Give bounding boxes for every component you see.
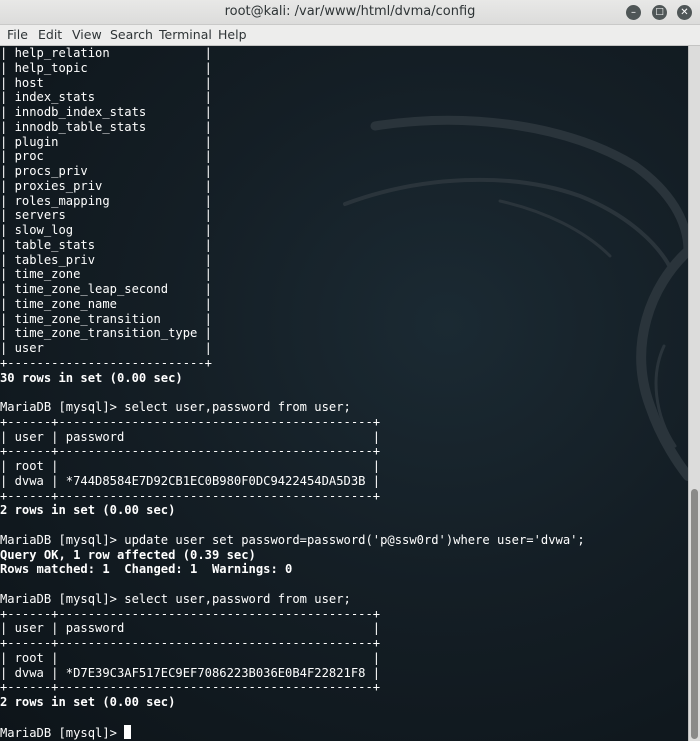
terminal-line: +------+--------------------------------… <box>0 414 381 429</box>
terminal-line: Rows matched: 1 Changed: 1 Warnings: 0 <box>0 562 293 577</box>
terminal-line: | help_topic | <box>0 60 212 75</box>
terminal-line: +------+--------------------------------… <box>0 444 381 459</box>
terminal-line: | time_zone | <box>0 267 212 282</box>
terminal-line: +------+--------------------------------… <box>0 680 381 695</box>
terminal-line: MariaDB [mysql]> select user,password fr… <box>0 400 351 414</box>
terminal-line: 2 rows in set (0.00 sec) <box>0 695 176 709</box>
terminal-line: | dvwa | *D7E39C3AF517EC9EF7086223B036E0… <box>0 665 381 680</box>
terminal-line: +------+--------------------------------… <box>0 488 381 503</box>
terminal-line: +------+--------------------------------… <box>0 606 381 621</box>
terminal-line: | proc | <box>0 149 212 164</box>
terminal-line: | procs_priv | <box>0 164 212 178</box>
terminal-line: | root | | <box>0 459 381 473</box>
terminal-line: | innodb_table_stats | <box>0 119 212 134</box>
scrollbar-thumb[interactable] <box>691 489 698 739</box>
terminal-line: | dvwa | *744D8584E7D92CB1EC0B980F0DC942… <box>0 473 381 488</box>
menu-file[interactable]: File <box>6 27 29 42</box>
menu-help[interactable]: Help <box>217 27 248 42</box>
menu-search[interactable]: Search <box>109 27 154 42</box>
terminal-line: +---------------------------+ <box>0 355 212 370</box>
terminal-line: | plugin | <box>0 134 212 149</box>
vertical-scrollbar[interactable] <box>688 46 700 741</box>
prompt-text: MariaDB [mysql]> <box>0 725 125 740</box>
terminal-line: | user | password | <box>0 429 381 444</box>
terminal-line: MariaDB [mysql]> update user set passwor… <box>0 532 585 547</box>
terminal-line: 30 rows in set (0.00 sec) <box>0 370 183 385</box>
menu-bar: File Edit View Search Terminal Help <box>0 25 700 46</box>
terminal-line: | roles_mapping | <box>0 193 212 208</box>
maximize-icon[interactable]: □ <box>652 5 667 20</box>
terminal-line: | user | password | <box>0 621 381 636</box>
minimize-icon[interactable]: – <box>626 5 641 20</box>
prompt-line[interactable]: MariaDB [mysql]> <box>0 724 585 740</box>
terminal-line: | user | <box>0 341 212 355</box>
terminal-line: | servers | <box>0 208 212 223</box>
menu-edit[interactable]: Edit <box>37 27 63 42</box>
terminal-line: | table_stats | <box>0 237 212 252</box>
menu-view[interactable]: View <box>71 27 103 42</box>
terminal-line: | root | | <box>0 650 381 665</box>
terminal-line: | time_zone_transition | <box>0 311 212 326</box>
menu-terminal[interactable]: Terminal <box>158 27 213 42</box>
terminal-line: | innodb_index_stats | <box>0 105 212 119</box>
close-icon[interactable]: ✕ <box>677 5 692 20</box>
terminal-line: | time_zone_leap_second | <box>0 282 212 296</box>
terminal-output: | help_relation | | help_topic | | host | |… <box>0 46 585 740</box>
terminal-line: Query OK, 1 row affected (0.39 sec) <box>0 547 256 562</box>
terminal-line: | tables_priv | <box>0 252 212 267</box>
terminal-area[interactable]: | help_relation | | help_topic | | host | |… <box>0 46 688 741</box>
terminal-line: | time_zone_name | <box>0 296 212 311</box>
text-cursor <box>124 724 132 739</box>
terminal-line: | host | <box>0 75 212 90</box>
terminal-line: | index_stats | <box>0 90 212 105</box>
window-title: root@kali: /var/www/html/dvma/config <box>224 4 476 19</box>
terminal-line: +------+--------------------------------… <box>0 636 381 650</box>
terminal-line: 2 rows in set (0.00 sec) <box>0 503 176 518</box>
terminal-line: | help_relation | <box>0 46 212 60</box>
terminal-line: | slow_log | <box>0 223 212 237</box>
terminal-window: root@kali: /var/www/html/dvma/config – □… <box>0 0 700 741</box>
terminal-line: | time_zone_transition_type | <box>0 326 212 341</box>
terminal-line: | proxies_priv | <box>0 178 212 193</box>
terminal-line: MariaDB [mysql]> select user,password fr… <box>0 591 351 606</box>
title-bar[interactable]: root@kali: /var/www/html/dvma/config – □… <box>0 0 700 25</box>
